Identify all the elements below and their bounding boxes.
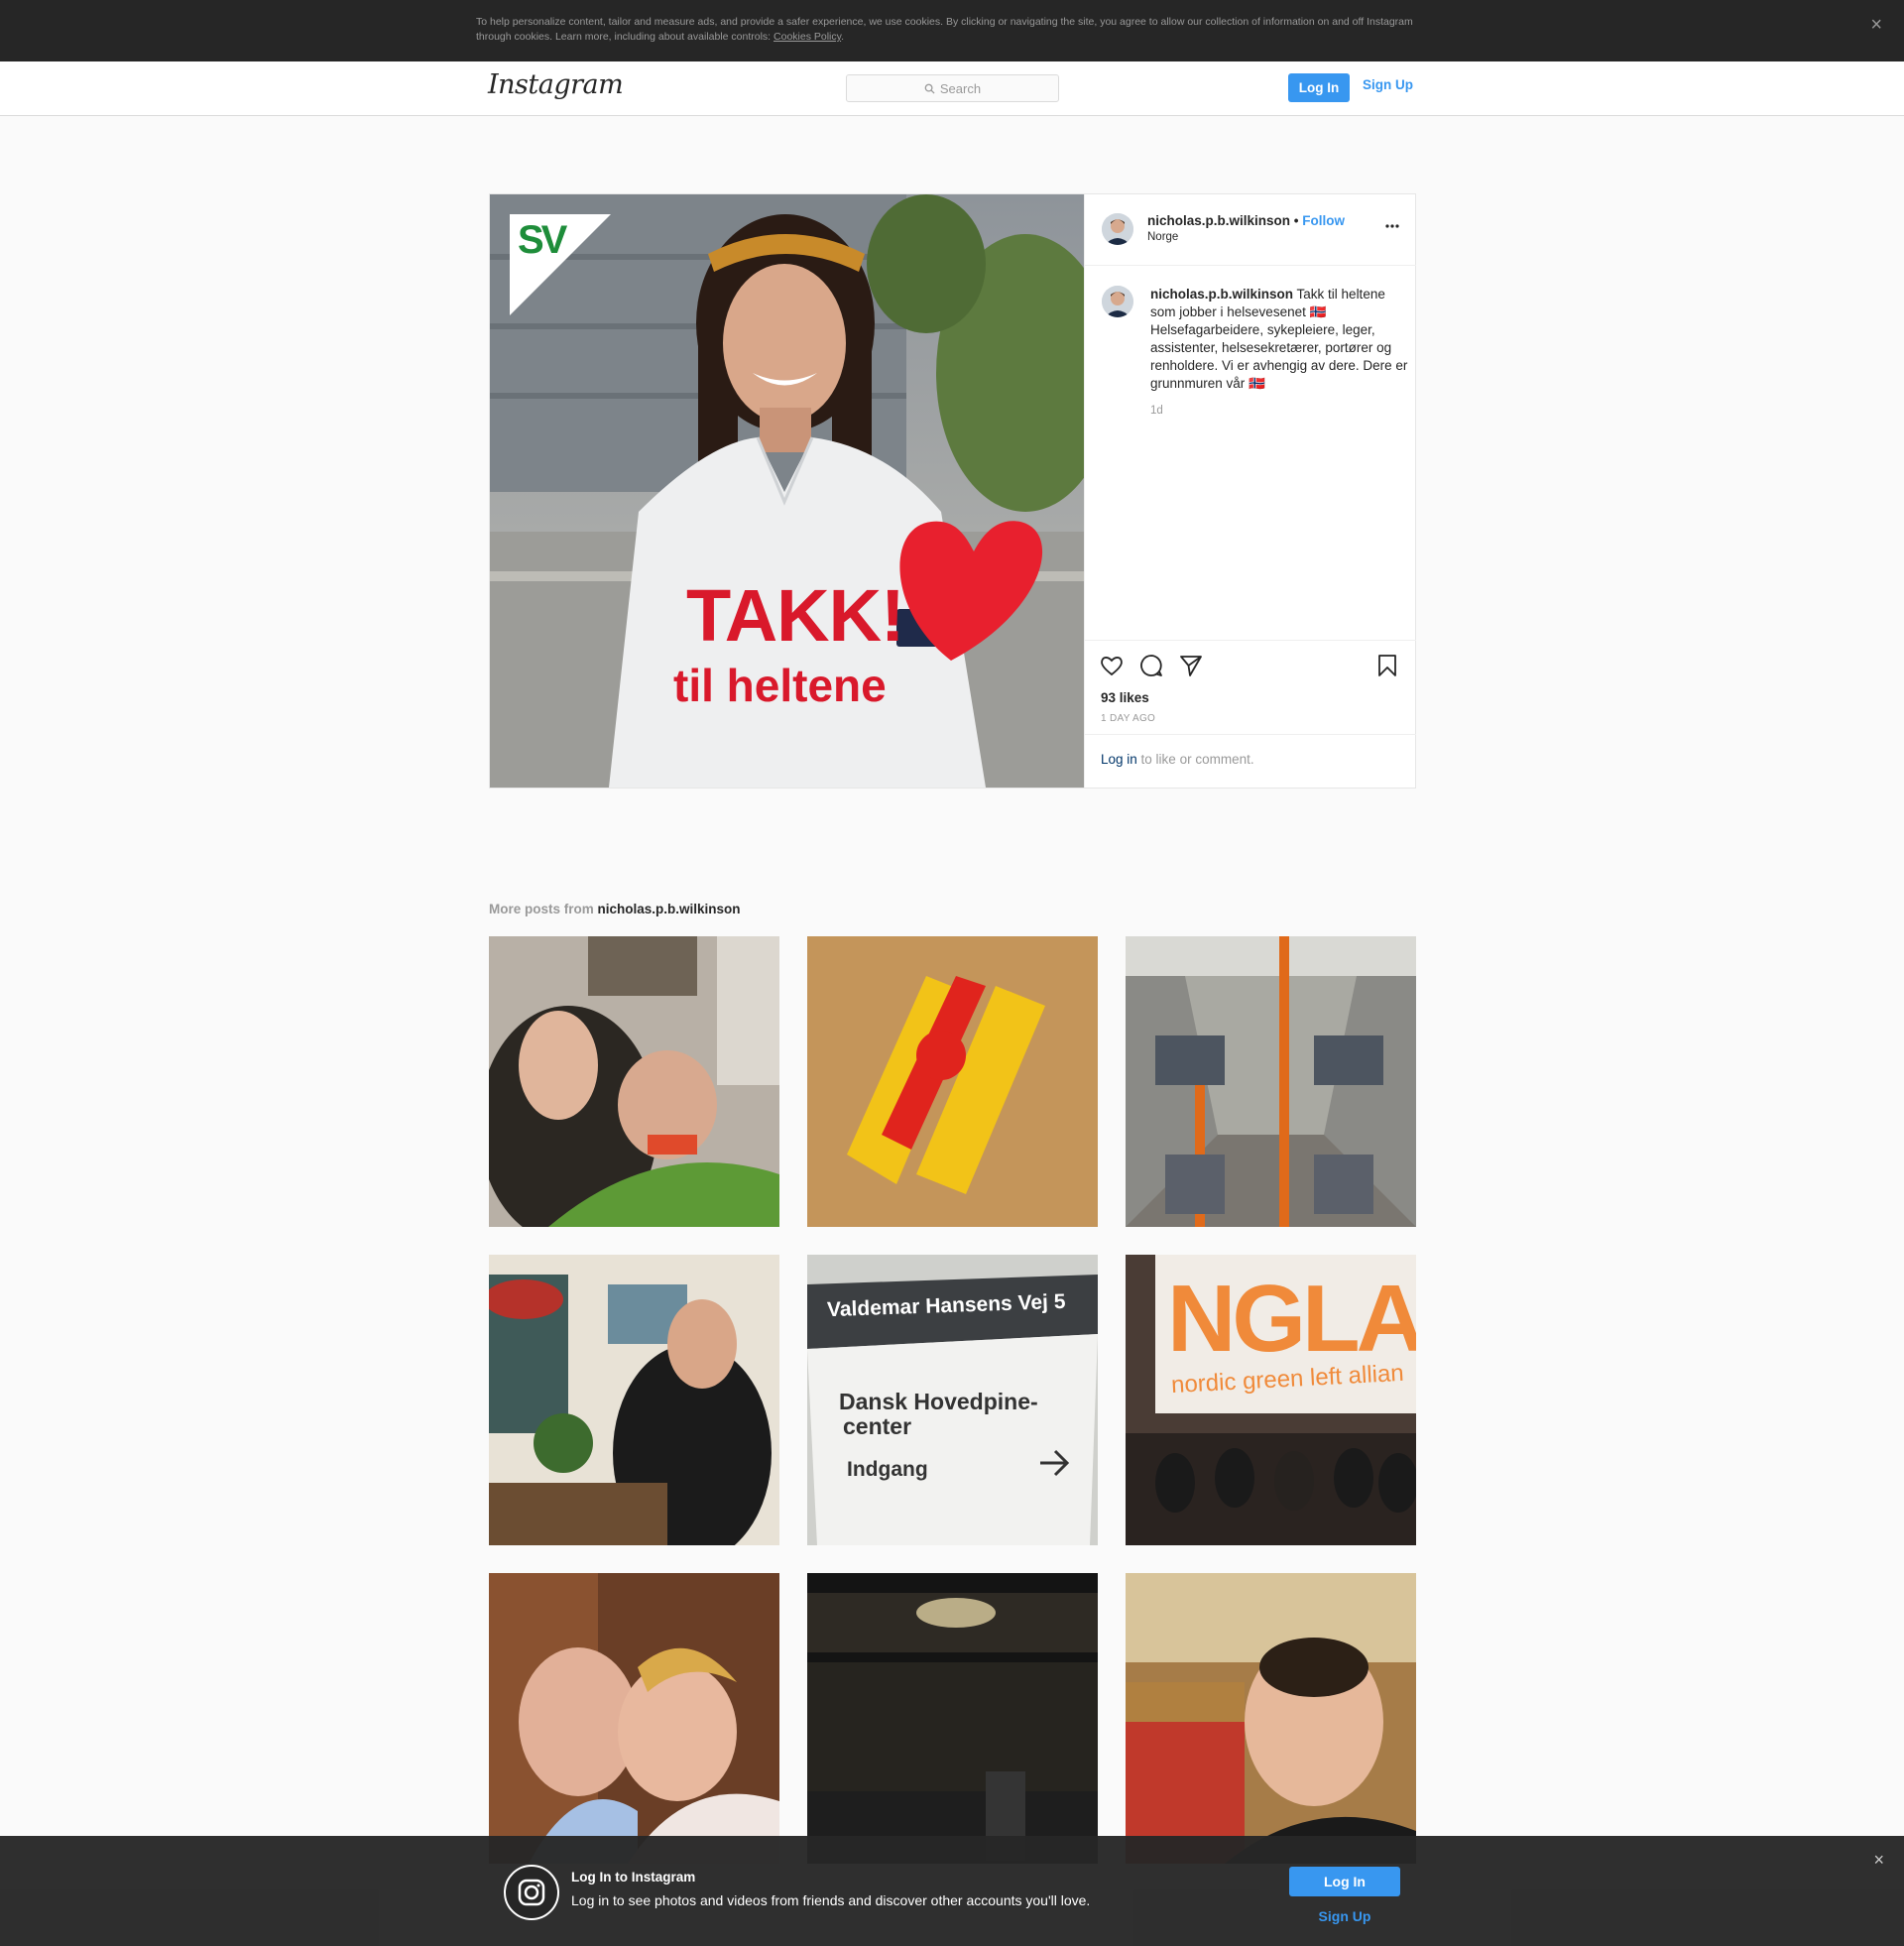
login-banner-title: Log In to Instagram <box>571 1870 696 1885</box>
more-posts-username[interactable]: nicholas.p.b.wilkinson <box>598 902 741 916</box>
grid-post-5[interactable]: Valdemar Hansens Vej 5 Dansk Hovedpine- … <box>807 1255 1098 1545</box>
search-icon <box>924 83 935 94</box>
bookmark-icon[interactable] <box>1374 653 1400 678</box>
grid-post-9[interactable] <box>1126 1573 1416 1864</box>
separator-dot: • <box>1290 213 1303 228</box>
cookie-banner: To help personalize content, tailor and … <box>0 0 1904 61</box>
login-prompt: Log in to like or comment. <box>1085 734 1416 789</box>
post-actions: 93 likes 1 DAY AGO Log in to like or com… <box>1085 640 1416 788</box>
post-sidebar: nicholas.p.b.wilkinson • Follow Norge ni… <box>1084 194 1416 788</box>
login-link[interactable]: Log in <box>1101 752 1137 767</box>
login-prompt-text: to like or comment. <box>1136 752 1254 767</box>
cookie-message: To help personalize content, tailor and … <box>476 16 1413 43</box>
instagram-logo[interactable]: Instagram <box>488 69 624 100</box>
caption-timestamp: 1d <box>1150 405 1163 417</box>
cookie-period: . <box>841 31 845 43</box>
sv-logo: SV <box>518 218 567 262</box>
image-subheadline: til heltene <box>673 660 887 711</box>
image-headline: TAKK! <box>686 574 905 657</box>
more-options-icon[interactable] <box>1384 223 1400 229</box>
grid-post-2[interactable] <box>807 936 1098 1227</box>
more-posts-label: More posts from <box>489 902 598 916</box>
grid-photo <box>807 1573 1098 1864</box>
cookie-text: To help personalize content, tailor and … <box>476 15 1428 45</box>
heart-icon[interactable] <box>1099 653 1125 678</box>
grid-post-4[interactable] <box>489 1255 779 1545</box>
location-link[interactable]: Norge <box>1147 231 1178 243</box>
grid-photo <box>1126 936 1416 1227</box>
login-button[interactable]: Log In <box>1288 73 1350 102</box>
caption-username[interactable]: nicholas.p.b.wilkinson <box>1150 287 1293 302</box>
sign-line-1: Dansk Hovedpine- <box>839 1389 1038 1414</box>
sign-line-3: Indgang <box>847 1458 928 1481</box>
grid-photo <box>489 1255 779 1545</box>
banner-login-button[interactable]: Log In <box>1289 1867 1400 1896</box>
grid-photo <box>1126 1573 1416 1864</box>
avatar-photo <box>1102 213 1133 245</box>
avatar-photo <box>1102 286 1133 317</box>
username-link[interactable]: nicholas.p.b.wilkinson <box>1147 213 1290 228</box>
banner-text-large: NGLA <box>1167 1266 1416 1372</box>
grid-photo <box>489 1573 779 1864</box>
cookies-policy-link[interactable]: Cookies Policy <box>774 31 841 43</box>
camera-icon <box>518 1879 545 1906</box>
grid-post-7[interactable] <box>489 1573 779 1864</box>
caption-body: Takk til heltene som jobber i helsevesen… <box>1150 287 1408 391</box>
grid-photo <box>489 936 779 1227</box>
grid-post-8[interactable] <box>807 1573 1098 1864</box>
search-input[interactable]: Search <box>846 74 1059 102</box>
cookie-close-icon[interactable]: × <box>1870 14 1882 37</box>
top-navigation: Instagram Search Log In Sign Up <box>0 61 1904 116</box>
avatar[interactable] <box>1102 213 1133 245</box>
likes-count[interactable]: 93 likes <box>1101 690 1149 705</box>
avatar[interactable] <box>1102 286 1133 317</box>
signup-link[interactable]: Sign Up <box>1363 77 1413 92</box>
post-image[interactable]: SV TAKK! til heltene <box>490 194 1084 788</box>
sign-line-2: center <box>843 1413 912 1439</box>
banner-signup-link[interactable]: Sign Up <box>1289 1908 1400 1924</box>
banner-close-icon[interactable]: × <box>1873 1850 1884 1871</box>
share-icon[interactable] <box>1178 653 1204 678</box>
grid-post-1[interactable] <box>489 936 779 1227</box>
grid-photo <box>807 936 1098 1227</box>
follow-button[interactable]: Follow <box>1302 213 1345 228</box>
post-timestamp: 1 DAY AGO <box>1101 713 1156 724</box>
more-posts-heading: More posts from nicholas.p.b.wilkinson <box>489 902 741 916</box>
search-placeholder: Search <box>939 80 982 96</box>
post-header: nicholas.p.b.wilkinson • Follow Norge <box>1085 194 1416 266</box>
post-author: nicholas.p.b.wilkinson • Follow <box>1147 213 1345 228</box>
grid-post-3[interactable] <box>1126 936 1416 1227</box>
caption-text: nicholas.p.b.wilkinson Takk til heltene … <box>1150 286 1408 393</box>
comment-icon[interactable] <box>1138 653 1164 678</box>
post-card: SV TAKK! til heltene nicholas.p.b.wilkin… <box>489 193 1416 789</box>
instagram-glyph-icon <box>504 1865 559 1920</box>
grid-post-6[interactable]: NGLA nordic green left allian <box>1126 1255 1416 1545</box>
login-banner-description: Log in to see photos and videos from fri… <box>571 1892 1091 1908</box>
login-banner: Log In to Instagram Log in to see photos… <box>0 1836 1904 1946</box>
